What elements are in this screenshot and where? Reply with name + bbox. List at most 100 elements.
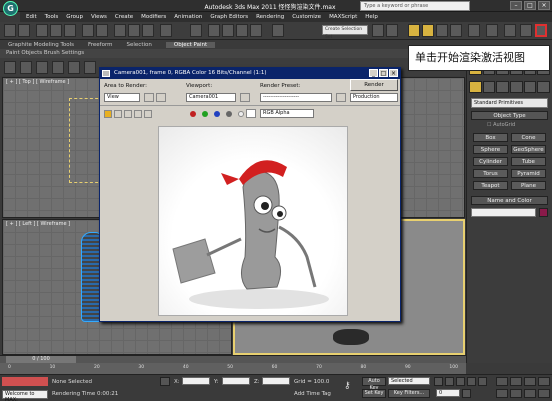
go-to-start-icon[interactable]: [434, 377, 443, 386]
zoom-extents-all-icon[interactable]: [538, 377, 550, 386]
monochrome-icon[interactable]: [238, 111, 244, 117]
schematic-view-icon[interactable]: [450, 24, 462, 37]
tab-graphite-modeling-tools[interactable]: Graphite Modeling Tools: [8, 42, 74, 48]
y-coordinate-field[interactable]: [222, 377, 250, 385]
set-key-mode-icon[interactable]: ⚷: [344, 381, 358, 391]
time-slider[interactable]: 0 / 100: [0, 355, 466, 363]
key-filters-button[interactable]: Key Filters...: [388, 389, 430, 398]
mirror-icon[interactable]: [372, 24, 384, 37]
undo-icon[interactable]: [4, 24, 16, 37]
material-editor-icon[interactable]: [468, 24, 480, 37]
render-button[interactable]: Render: [350, 79, 398, 91]
dialog-minimize-button[interactable]: _: [369, 69, 378, 77]
scatter-icon[interactable]: [84, 61, 96, 74]
area-to-render-select[interactable]: View: [104, 93, 140, 102]
clone-window-icon[interactable]: [124, 110, 132, 118]
minimize-button[interactable]: –: [510, 1, 522, 10]
menu-item-modifiers[interactable]: Modifiers: [141, 14, 166, 20]
time-config-icon[interactable]: [462, 389, 471, 398]
box-button[interactable]: Box: [473, 133, 508, 142]
dialog-maximize-button[interactable]: □: [379, 69, 388, 77]
pyramid-button[interactable]: Pyramid: [511, 169, 546, 178]
lights-icon[interactable]: [496, 81, 510, 93]
select-scale-icon[interactable]: [142, 24, 154, 37]
render-production-icon[interactable]: [520, 24, 532, 37]
select-move-icon[interactable]: [114, 24, 126, 37]
save-image-icon[interactable]: [104, 110, 112, 118]
zoom-icon[interactable]: [496, 377, 508, 386]
primitive-category-select[interactable]: Standard Primitives: [471, 98, 548, 108]
blue-channel-icon[interactable]: [214, 111, 220, 117]
object-type-rollout[interactable]: Object Type: [471, 111, 548, 120]
tab-selection[interactable]: Selection: [127, 42, 152, 48]
copy-image-icon[interactable]: [114, 110, 122, 118]
x-coordinate-field[interactable]: [182, 377, 210, 385]
sphere-button[interactable]: Sphere: [473, 145, 508, 154]
play-icon[interactable]: [456, 377, 465, 386]
named-selection-dropdown[interactable]: Create Selection Set: [322, 25, 368, 40]
select-rotate-icon[interactable]: [128, 24, 140, 37]
render-mode-select[interactable]: Production: [350, 93, 398, 102]
menu-item-views[interactable]: Views: [91, 14, 107, 20]
maximize-viewport-icon[interactable]: [538, 389, 550, 398]
menu-item-group[interactable]: Group: [66, 14, 83, 20]
app-logo-icon[interactable]: G: [3, 1, 18, 16]
auto-key-button[interactable]: Auto Key: [362, 377, 386, 391]
percent-snap-icon[interactable]: [236, 24, 248, 37]
background-color-swatch[interactable]: [246, 109, 256, 118]
menu-item-animation[interactable]: Animation: [174, 14, 202, 20]
reference-coordinate-icon[interactable]: [160, 24, 172, 37]
menu-item-help[interactable]: Help: [365, 14, 378, 20]
print-image-icon[interactable]: [134, 110, 142, 118]
alpha-channel-icon[interactable]: [226, 111, 232, 117]
lock-viewport-icon[interactable]: [240, 93, 250, 102]
set-key-button[interactable]: Set Key: [362, 389, 386, 398]
geometry-icon[interactable]: [469, 81, 482, 93]
orbit-icon[interactable]: [524, 389, 536, 398]
snap-toggle-icon[interactable]: [208, 24, 220, 37]
clear-icon[interactable]: [144, 110, 152, 118]
viewport-select[interactable]: Camera001: [186, 93, 236, 102]
z-coordinate-field[interactable]: [262, 377, 290, 385]
object-name-field[interactable]: [471, 208, 536, 217]
viewport-left-label[interactable]: [ + ] [ Left ] [ Wireframe ]: [6, 221, 70, 227]
spinner-snap-icon[interactable]: [250, 24, 262, 37]
auto-region-icon[interactable]: [156, 93, 166, 102]
cone-button[interactable]: Cone: [511, 133, 546, 142]
time-slider-thumb[interactable]: 0 / 100: [6, 356, 76, 363]
cameras-icon[interactable]: [510, 81, 523, 93]
menu-item-graph-editors[interactable]: Graph Editors: [210, 14, 248, 20]
shapes-icon[interactable]: [482, 81, 496, 93]
space-warps-icon[interactable]: [537, 81, 551, 93]
teapot-button[interactable]: Teapot: [473, 181, 508, 190]
pivot-center-icon[interactable]: [190, 24, 202, 37]
graphite-toggle-icon[interactable]: [422, 24, 434, 37]
menu-item-customize[interactable]: Customize: [292, 14, 321, 20]
menu-item-create[interactable]: Create: [115, 14, 133, 20]
helpers-icon[interactable]: [523, 81, 537, 93]
menu-item-edit[interactable]: Edit: [26, 14, 37, 20]
pick-object-icon[interactable]: [52, 61, 64, 74]
menu-item-tools[interactable]: Tools: [45, 14, 59, 20]
close-button[interactable]: ×: [538, 1, 550, 10]
pan-view-icon[interactable]: [510, 389, 522, 398]
edit-named-selection-icon[interactable]: [272, 24, 284, 37]
zoom-all-icon[interactable]: [510, 377, 522, 386]
track-bar[interactable]: 0 10 20 30 40 50 60 70 80 90 100: [0, 363, 466, 374]
menu-item-rendering[interactable]: Rendering: [256, 14, 284, 20]
go-to-end-icon[interactable]: [478, 377, 487, 386]
plane-button[interactable]: Plane: [511, 181, 546, 190]
autogrid-checkbox[interactable]: ☐ AutoGrid: [467, 120, 552, 130]
tube-button[interactable]: Tube: [511, 157, 546, 166]
edit-region-icon[interactable]: [144, 93, 154, 102]
tab-freeform[interactable]: Freeform: [88, 42, 113, 48]
paint-icon[interactable]: [4, 61, 16, 74]
red-channel-icon[interactable]: [190, 111, 196, 117]
select-object-icon[interactable]: [82, 24, 94, 37]
object-color-swatch[interactable]: [539, 208, 548, 217]
layer-manager-icon[interactable]: [408, 24, 420, 37]
maximize-button[interactable]: □: [524, 1, 536, 10]
next-frame-icon[interactable]: [467, 377, 476, 386]
geosphere-button[interactable]: GeoSphere: [511, 145, 546, 154]
tab-object-paint[interactable]: Object Paint: [165, 41, 216, 48]
